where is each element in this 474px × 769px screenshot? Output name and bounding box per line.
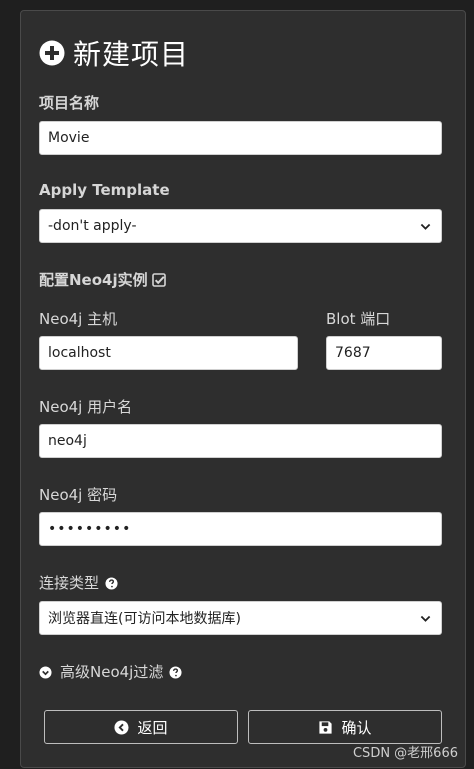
apply-template-value: -don't apply- <box>48 218 137 234</box>
chevron-down-icon <box>420 615 431 622</box>
connection-type-select[interactable]: 浏览器直连(可访问本地数据库) <box>39 601 442 635</box>
configure-neo4j-label: 配置Neo4j实例 <box>39 271 148 289</box>
chevron-down-icon <box>420 223 431 230</box>
host-value: localhost <box>48 345 111 361</box>
password-value: ••••••••• <box>48 521 132 537</box>
bolt-port-label: Blot 端口 <box>326 310 391 328</box>
bolt-port-input[interactable]: 7687 <box>326 336 442 370</box>
plus-circle-icon <box>39 40 65 66</box>
password-input[interactable]: ••••••••• <box>39 512 442 546</box>
checkbox-checked-icon[interactable] <box>151 273 166 287</box>
project-name-input[interactable]: Movie <box>39 121 442 155</box>
question-circle-icon[interactable] <box>169 666 182 679</box>
advanced-filter-label: 高级Neo4j过滤 <box>60 663 164 681</box>
confirm-button[interactable]: 确认 <box>248 710 442 744</box>
project-name-value: Movie <box>48 130 90 146</box>
connection-type-label: 连接类型 <box>39 574 100 592</box>
password-label: Neo4j 密码 <box>39 486 118 504</box>
back-button[interactable]: 返回 <box>44 710 238 744</box>
page-title: 新建项目 <box>39 33 189 73</box>
username-label: Neo4j 用户名 <box>39 398 133 416</box>
new-project-panel: 新建项目 项目名称 Movie Apply Template -don't ap… <box>20 10 466 768</box>
host-input[interactable]: localhost <box>39 336 298 370</box>
username-input[interactable]: neo4j <box>39 424 442 458</box>
chevron-circle-left-icon <box>114 719 130 735</box>
confirm-button-label: 确认 <box>341 718 372 737</box>
chevron-circle-down-icon <box>39 666 52 679</box>
connection-type-label-row: 连接类型 <box>39 572 118 593</box>
project-name-label: 项目名称 <box>39 94 100 112</box>
host-label: Neo4j 主机 <box>39 310 118 328</box>
advanced-filter-toggle[interactable]: 高级Neo4j过滤 <box>39 661 182 682</box>
connection-type-value: 浏览器直连(可访问本地数据库) <box>48 611 241 627</box>
save-icon <box>319 720 333 734</box>
question-circle-icon[interactable] <box>105 577 118 590</box>
apply-template-select[interactable]: -don't apply- <box>39 209 442 243</box>
page-title-text: 新建项目 <box>73 38 190 71</box>
apply-template-label: Apply Template <box>39 181 170 199</box>
username-value: neo4j <box>48 433 87 449</box>
back-button-label: 返回 <box>137 718 168 737</box>
watermark: CSDN @老邢666 <box>352 746 458 761</box>
configure-neo4j-toggle[interactable]: 配置Neo4j实例 <box>39 269 166 290</box>
bolt-port-value: 7687 <box>335 345 371 361</box>
